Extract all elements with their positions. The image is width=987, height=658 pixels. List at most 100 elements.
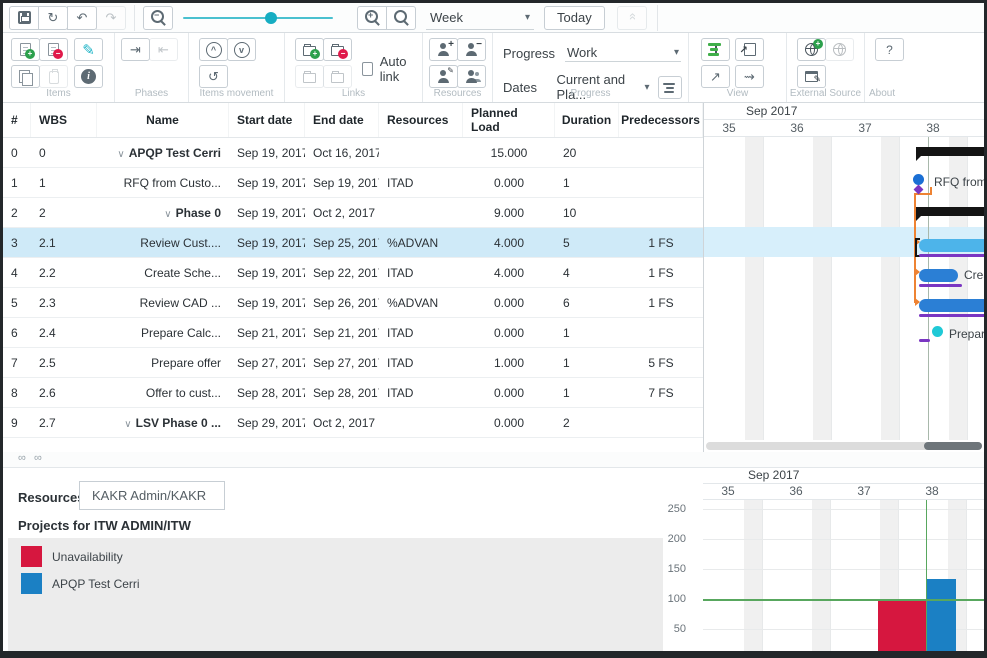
remove-resource-button[interactable]: −	[457, 38, 486, 61]
column-header[interactable]: #	[3, 103, 31, 137]
time-scale-select[interactable]: Week ▾	[426, 6, 534, 30]
histogram-bar[interactable]	[926, 579, 956, 651]
search-button[interactable]	[386, 5, 416, 30]
table-cell: 0.000	[493, 295, 525, 310]
edit-external-source-button[interactable]: ✎	[797, 65, 826, 88]
remove-item-button[interactable]: −	[39, 38, 68, 61]
remove-phase-button[interactable]: ⇤	[149, 38, 178, 61]
expand-chevron-icon[interactable]: ∨	[164, 209, 171, 220]
table-row[interactable]: 1 1 RFQ from Custo... Sep 19, 2017 Sep 19, 2…	[3, 168, 703, 198]
gantt-summary-bar[interactable]	[916, 207, 984, 221]
add-link-button[interactable]: +	[295, 38, 324, 61]
table-cell: 2.4	[39, 325, 56, 340]
gantt-task-bar[interactable]	[919, 299, 984, 312]
expand-chevron-icon[interactable]: ∨	[117, 149, 124, 160]
gantt-task-bar[interactable]	[919, 239, 984, 252]
scrollbar-thumb[interactable]	[924, 442, 982, 450]
table-cell: 2	[11, 205, 18, 220]
table-row[interactable]: 4 2.2 Create Sche... Sep 19, 2017 Sep 22, 20…	[3, 258, 703, 288]
table-cell: Create Sche...	[144, 265, 221, 280]
table-cell: 2.3	[39, 295, 56, 310]
table-row[interactable]: 5 2.3 Review CAD ... Sep 19, 2017 Sep 26, 20…	[3, 288, 703, 318]
column-header[interactable]: Name	[97, 103, 229, 137]
table-cell: 1	[563, 355, 570, 370]
critical-path-button[interactable]	[701, 38, 730, 61]
milestone-icon[interactable]	[913, 174, 924, 185]
question-icon: ?	[886, 42, 893, 57]
table-cell: 0	[11, 145, 18, 160]
gantt-summary-bar[interactable]	[916, 147, 984, 161]
route-arrows-button[interactable]: ⇝	[735, 65, 764, 88]
unlink-panes-icon[interactable]: ∞	[34, 452, 42, 464]
add-item-icon: +	[20, 43, 35, 59]
remove-link-button[interactable]: −	[323, 38, 352, 61]
table-row[interactable]: 0 0 ∨ APQP Test Cerri Sep 19, 2017 Oct 16, 20…	[3, 138, 703, 168]
gantt-planned-bar	[919, 314, 984, 317]
pane-splitter[interactable]: ∞ ∞	[3, 452, 984, 468]
lock-link-button[interactable]	[323, 65, 352, 88]
auto-link-checkbox[interactable]	[362, 62, 373, 76]
table-row[interactable]: 3 2.1 Review Cust.... Sep 19, 2017 Sep 25, 2…	[3, 228, 703, 258]
zoom-slider-knob[interactable]	[265, 11, 277, 24]
help-button[interactable]: ?	[875, 38, 904, 61]
progress-mode-select[interactable]: Work ▾	[565, 44, 681, 62]
redo-button[interactable]: ↷	[96, 5, 126, 30]
histogram-bar[interactable]	[878, 599, 926, 651]
export-view-button[interactable]: ↗	[735, 38, 764, 61]
undo-button[interactable]: ↶	[67, 5, 97, 30]
resource-filter-input[interactable]	[79, 481, 225, 510]
wave-arrow-icon: ⇝	[744, 68, 755, 84]
table-row[interactable]: 7 2.5 Prepare offer Sep 27, 2017 Sep 27, 201…	[3, 348, 703, 378]
remove-external-source-button[interactable]	[825, 38, 854, 61]
expand-chevron-icon[interactable]: ∨	[124, 419, 131, 430]
gantt-body: RFQ from C... Creat... Prepare...	[704, 103, 984, 452]
table-cell: Prepare Calc...	[140, 325, 221, 340]
zoom-out-button[interactable]: −	[143, 5, 173, 30]
item-info-button[interactable]: i	[74, 65, 103, 88]
auto-link-option[interactable]: Auto link	[362, 46, 416, 92]
add-item-button[interactable]: +	[11, 38, 40, 61]
table-row[interactable]: 2 2 ∨ Phase 0 Sep 19, 2017 Oct 2, 2017 9.000 10	[3, 198, 703, 228]
save-button[interactable]	[9, 5, 39, 30]
column-header[interactable]: Predecessors	[619, 103, 703, 137]
zoom-in-button[interactable]: +	[357, 5, 387, 30]
edit-resource-button[interactable]: ✎	[429, 65, 458, 88]
today-button[interactable]: Today	[544, 5, 605, 30]
move-item-up-button[interactable]: ^	[199, 38, 228, 61]
collapse-toolbar-button[interactable]: »	[616, 5, 647, 30]
zoom-slider[interactable]	[183, 6, 333, 30]
person-add-icon: +	[437, 39, 454, 56]
column-header[interactable]: Start date	[229, 103, 305, 137]
milestone-icon[interactable]	[932, 326, 943, 337]
paste-item-button[interactable]	[39, 65, 68, 88]
add-resource-button[interactable]: +	[429, 38, 458, 61]
column-header[interactable]: Planned Load	[463, 103, 555, 137]
indent-left-icon: ⇤	[158, 41, 169, 57]
table-row[interactable]: 8 2.6 Offer to cust... Sep 28, 2017 Sep 28, …	[3, 378, 703, 408]
column-header[interactable]: WBS	[31, 103, 97, 137]
link-panes-icon[interactable]: ∞	[18, 452, 26, 464]
table-cell: Sep 26, 2017	[313, 295, 379, 310]
edit-item-button[interactable]: ✎	[74, 38, 103, 61]
table-cell: 1 FS	[648, 235, 674, 250]
table-row[interactable]: 9 2.7 ∨ LSV Phase 0 ... Sep 29, 2017 Oct 2, 2…	[3, 408, 703, 438]
show-links-button[interactable]: ↗	[701, 65, 730, 88]
add-external-source-button[interactable]: +	[797, 38, 826, 61]
ribbon-group-label: Resources	[433, 88, 482, 99]
edit-link-button[interactable]	[295, 65, 324, 88]
insert-phase-button[interactable]: ⇥	[121, 38, 150, 61]
gantt-horizontal-scrollbar[interactable]	[706, 442, 982, 450]
resource-group-button[interactable]	[457, 65, 486, 88]
table-row[interactable]: 6 2.4 Prepare Calc... Sep 21, 2017 Sep 21, 2…	[3, 318, 703, 348]
column-header[interactable]: End date	[305, 103, 379, 137]
refresh-button[interactable]: ↻	[38, 5, 68, 30]
copy-item-button[interactable]	[11, 65, 40, 88]
gantt-task-bar[interactable]	[919, 269, 958, 282]
move-item-down-button[interactable]: v	[227, 38, 256, 61]
progress-label: Progress	[503, 45, 556, 61]
ribbon-group-label: Progress	[570, 88, 611, 99]
reset-movement-button[interactable]: ↺	[199, 65, 228, 88]
column-header[interactable]: Resources	[379, 103, 463, 137]
legend-swatch	[21, 573, 42, 594]
column-header[interactable]: Duration	[555, 103, 619, 137]
